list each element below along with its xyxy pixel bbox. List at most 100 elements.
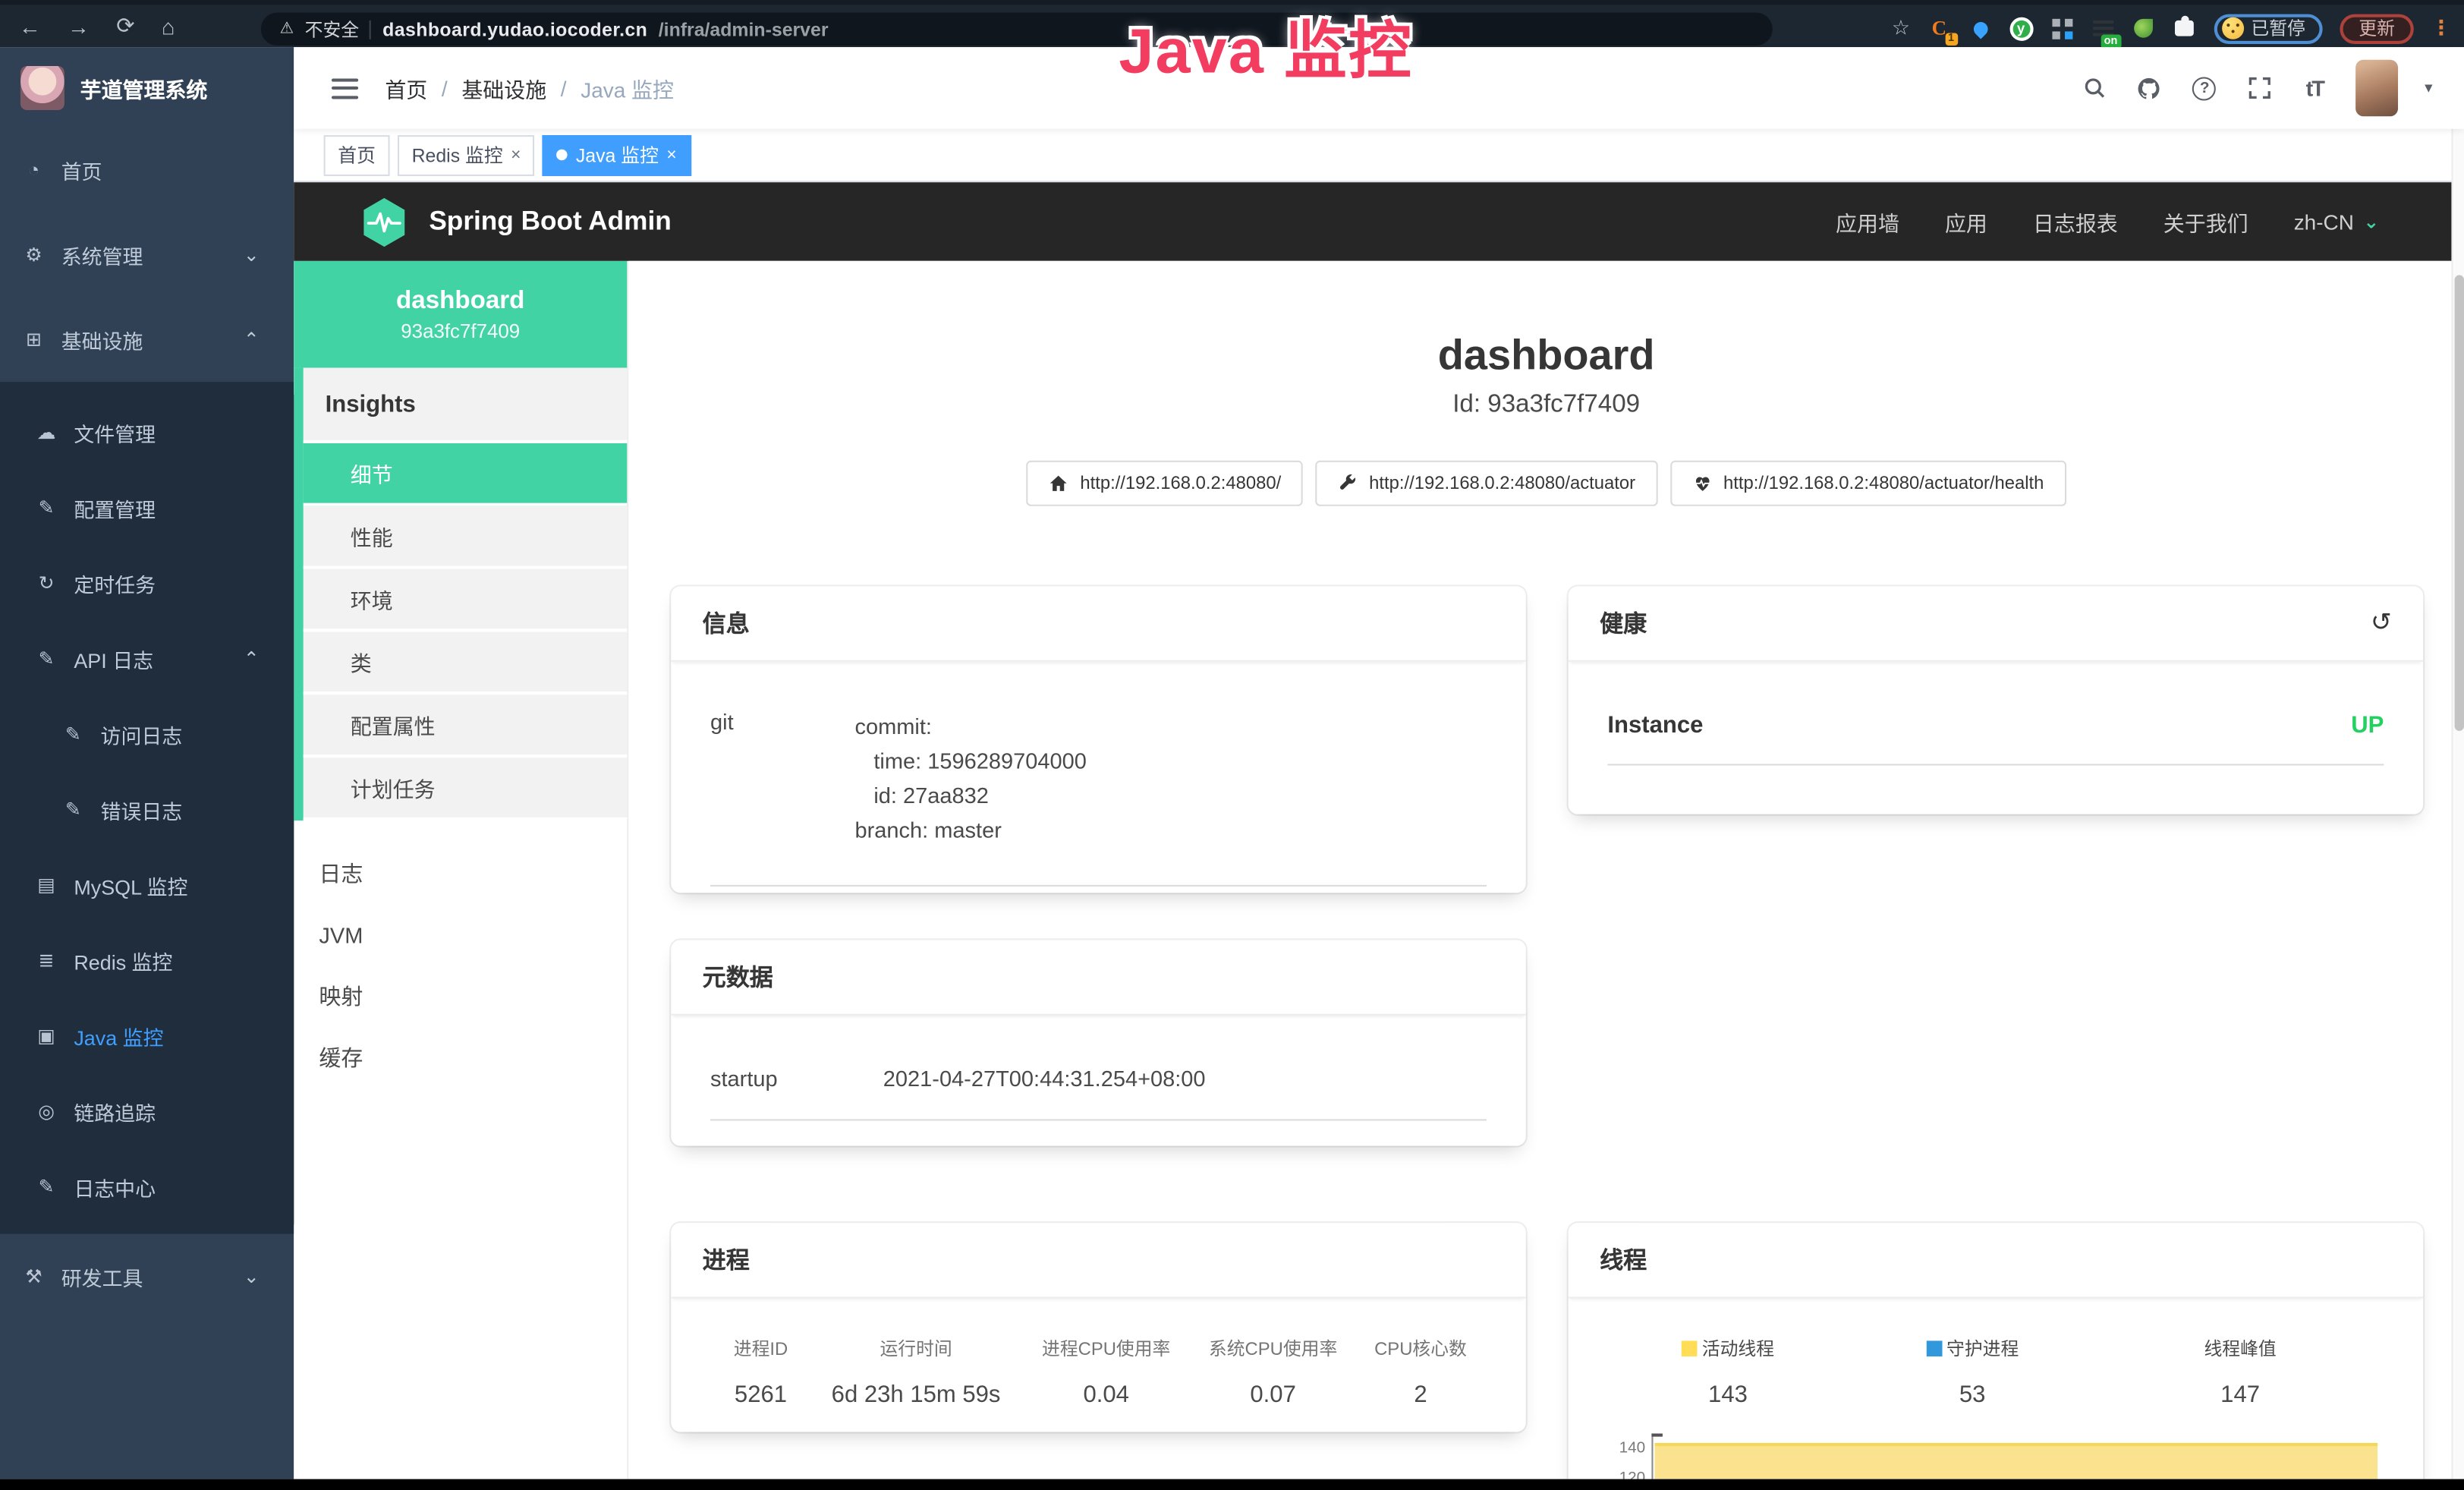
sidebar-item-system-mgmt[interactable]: ⚙ 系统管理 ⌄ — [0, 213, 294, 298]
extension-leaf-icon[interactable] — [2132, 17, 2155, 40]
page-scrollbar[interactable] — [2451, 47, 2464, 1479]
endpoint-service-url[interactable]: http://192.168.0.2:48080/ — [1027, 461, 1303, 507]
sidebar-item-log-center[interactable]: ✎ 日志中心 — [0, 1149, 294, 1224]
y-axis: 140 120 100 — [1607, 1434, 1651, 1479]
nav-item-scheduled-tasks[interactable]: 计划任务 — [304, 758, 628, 821]
nav-item-classes[interactable]: 类 — [304, 632, 628, 695]
sidebar-item-file-mgmt[interactable]: ☁ 文件管理 — [0, 395, 294, 470]
legend-swatch-live — [1682, 1341, 1698, 1357]
endpoint-actuator-url[interactable]: http://192.168.0.2:48080/actuator — [1316, 461, 1657, 507]
reload-icon[interactable]: ⟳ — [116, 13, 134, 39]
sba-nav-applications[interactable]: 应用 — [1945, 206, 1987, 237]
chevron-up-icon: ⌃ — [244, 329, 260, 351]
sba-nav-journal[interactable]: 日志报表 — [2033, 206, 2118, 237]
sidebar-item-home[interactable]: ◔ 首页 — [0, 128, 294, 213]
sidebar-item-label: 日志中心 — [74, 1172, 156, 1202]
extension-list-icon[interactable]: on — [2091, 17, 2114, 40]
tab-redis-monitor[interactable]: Redis 监控 × — [398, 134, 535, 175]
caret-down-icon[interactable]: ▾ — [2425, 80, 2432, 97]
sba-nav-about[interactable]: 关于我们 — [2163, 206, 2248, 237]
sidebar-item-label: Redis 监控 — [74, 946, 172, 975]
c-glyph: C — [1932, 16, 1946, 41]
close-icon[interactable]: × — [511, 146, 521, 165]
forward-icon[interactable]: → — [68, 14, 90, 39]
puzzle-shape — [2175, 20, 2194, 36]
nav-item-jvm[interactable]: JVM — [294, 904, 627, 966]
threads-legend: 活动线程 143 守护进程 53 线程峰值 — [1607, 1337, 2384, 1409]
search-icon[interactable] — [2081, 74, 2109, 102]
tab-home[interactable]: 首页 — [324, 134, 390, 175]
nav-item-config-props[interactable]: 配置属性 — [304, 695, 628, 758]
user-avatar[interactable] — [2355, 60, 2398, 117]
home-icon[interactable]: ⌂ — [162, 14, 175, 39]
sidebar-item-mysql-monitor[interactable]: ▤ MySQL 监控 — [0, 847, 294, 922]
extension-pin-icon[interactable] — [1968, 17, 1992, 40]
scrollbar-thumb[interactable] — [2455, 275, 2464, 731]
git-branch-line: branch: master — [855, 813, 1087, 848]
sba-language-select[interactable]: zh-CN ⌄ — [2294, 209, 2380, 233]
col-header-process-cpu: 进程CPU使用率 — [1021, 1337, 1191, 1362]
extension-colorzilla-icon[interactable]: C 1 — [1927, 17, 1951, 40]
font-size-icon[interactable]: tT — [2301, 74, 2329, 102]
endpoint-health-url[interactable]: http://192.168.0.2:48080/actuator/health — [1670, 461, 2066, 507]
sidebar-item-java-monitor[interactable]: ▣ Java 监控 — [0, 998, 294, 1073]
browser-menu-icon[interactable]: ⋮ — [2431, 16, 2452, 41]
sidebar-item-dev-tools[interactable]: ⚒ 研发工具 ⌄ — [0, 1234, 294, 1319]
metadata-card: 元数据 startup 2021-04-27T00:44:31.254+08:0… — [671, 940, 1526, 1146]
sidebar-item-redis-monitor[interactable]: ≣ Redis 监控 — [0, 923, 294, 998]
logo-row[interactable]: 芋道管理系统 — [0, 47, 294, 128]
process-table: 进程ID 5261 运行时间 6d 23h 15m 59s — [710, 1337, 1487, 1409]
sidebar-item-access-logs[interactable]: ✎ 访问日志 — [0, 696, 294, 771]
infrastructure-submenu: ☁ 文件管理 ✎ 配置管理 ↻ 定时任务 ✎ API 日志 ⌃ ✎ — [0, 382, 294, 1233]
help-icon[interactable]: ? — [2191, 74, 2219, 102]
git-commit-line: commit: — [855, 710, 1087, 745]
breadcrumb-infrastructure[interactable]: 基础设施 — [461, 72, 546, 103]
nav-item-details[interactable]: 细节 — [304, 443, 628, 506]
instance-header[interactable]: dashboard 93a3fc7f7409 — [294, 261, 627, 368]
card-title: 信息 — [703, 607, 750, 640]
sidebar-item-api-logs[interactable]: ✎ API 日志 ⌃ — [0, 621, 294, 696]
profile-paused-button[interactable]: 已暂停 — [2214, 14, 2323, 43]
sba-header: Spring Boot Admin 应用墙 应用 日志报表 关于我们 zh-CN… — [294, 182, 2464, 261]
back-icon[interactable]: ← — [19, 14, 41, 39]
log-icon: ✎ — [61, 723, 85, 745]
extension-y-icon[interactable]: y — [2009, 17, 2033, 40]
metadata-row-startup: startup 2021-04-27T00:44:31.254+08:00 — [710, 1038, 1487, 1122]
fullscreen-icon[interactable] — [2245, 74, 2274, 102]
chrome-update-button[interactable]: 更新 — [2340, 14, 2413, 43]
extension-puzzle-icon[interactable] — [2173, 17, 2196, 40]
nav-item-mappings[interactable]: 映射 — [294, 965, 627, 1026]
y-glyph: y — [2009, 17, 2033, 40]
close-icon[interactable]: × — [666, 146, 676, 165]
health-row-instance[interactable]: Instance UP — [1607, 685, 2384, 767]
history-icon[interactable]: ↺ — [2371, 611, 2392, 636]
app-logo — [20, 65, 65, 109]
tags-view-bar: 首页 Redis 监控 × Java 监控 × — [294, 129, 2464, 182]
sidebar-item-label: 定时任务 — [74, 569, 156, 598]
url-path: /infra/admin-server — [659, 18, 829, 40]
tab-java-monitor[interactable]: Java 监控 × — [543, 134, 691, 175]
info-row-git: git commit: time: 1596289704000 id: 27aa… — [710, 685, 1487, 887]
chevron-up-icon: ⌃ — [244, 647, 260, 669]
github-icon[interactable] — [2135, 74, 2163, 102]
sidebar-item-error-logs[interactable]: ✎ 错误日志 — [0, 772, 294, 847]
nav-item-caches[interactable]: 缓存 — [294, 1026, 627, 1088]
address-bar[interactable]: ⚠ 不安全 dashboard.yudao.iocoder.cn /infra/… — [261, 13, 1773, 46]
nav-item-metrics[interactable]: 性能 — [304, 506, 628, 569]
sidebar-item-scheduled-jobs[interactable]: ↻ 定时任务 — [0, 546, 294, 621]
breadcrumb-home[interactable]: 首页 — [385, 72, 427, 103]
sidebar-item-label: 访问日志 — [101, 719, 183, 748]
sidebar-item-tracing[interactable]: ◎ 链路追踪 — [0, 1073, 294, 1148]
bookmark-star-icon[interactable]: ☆ — [1892, 16, 1910, 41]
sidebar-item-config-mgmt[interactable]: ✎ 配置管理 — [0, 470, 294, 545]
info-card: 信息 git commit: time: 1596289704000 id: 2 — [671, 587, 1526, 893]
sidebar-item-infrastructure[interactable]: ⊞ 基础设施 ⌃ — [0, 297, 294, 382]
extension-grid-icon[interactable] — [2050, 17, 2073, 40]
nav-item-logs[interactable]: 日志 — [294, 843, 627, 904]
security-label: 不安全 — [305, 17, 359, 42]
nav-item-environment[interactable]: 环境 — [304, 569, 628, 632]
hamburger-icon[interactable] — [332, 78, 358, 99]
instance-sidebar: dashboard 93a3fc7f7409 Insights 细节 性能 环境… — [294, 261, 628, 1479]
monitor-icon: ⊞ — [22, 329, 46, 351]
sba-nav-wallboard[interactable]: 应用墙 — [1836, 206, 1899, 237]
